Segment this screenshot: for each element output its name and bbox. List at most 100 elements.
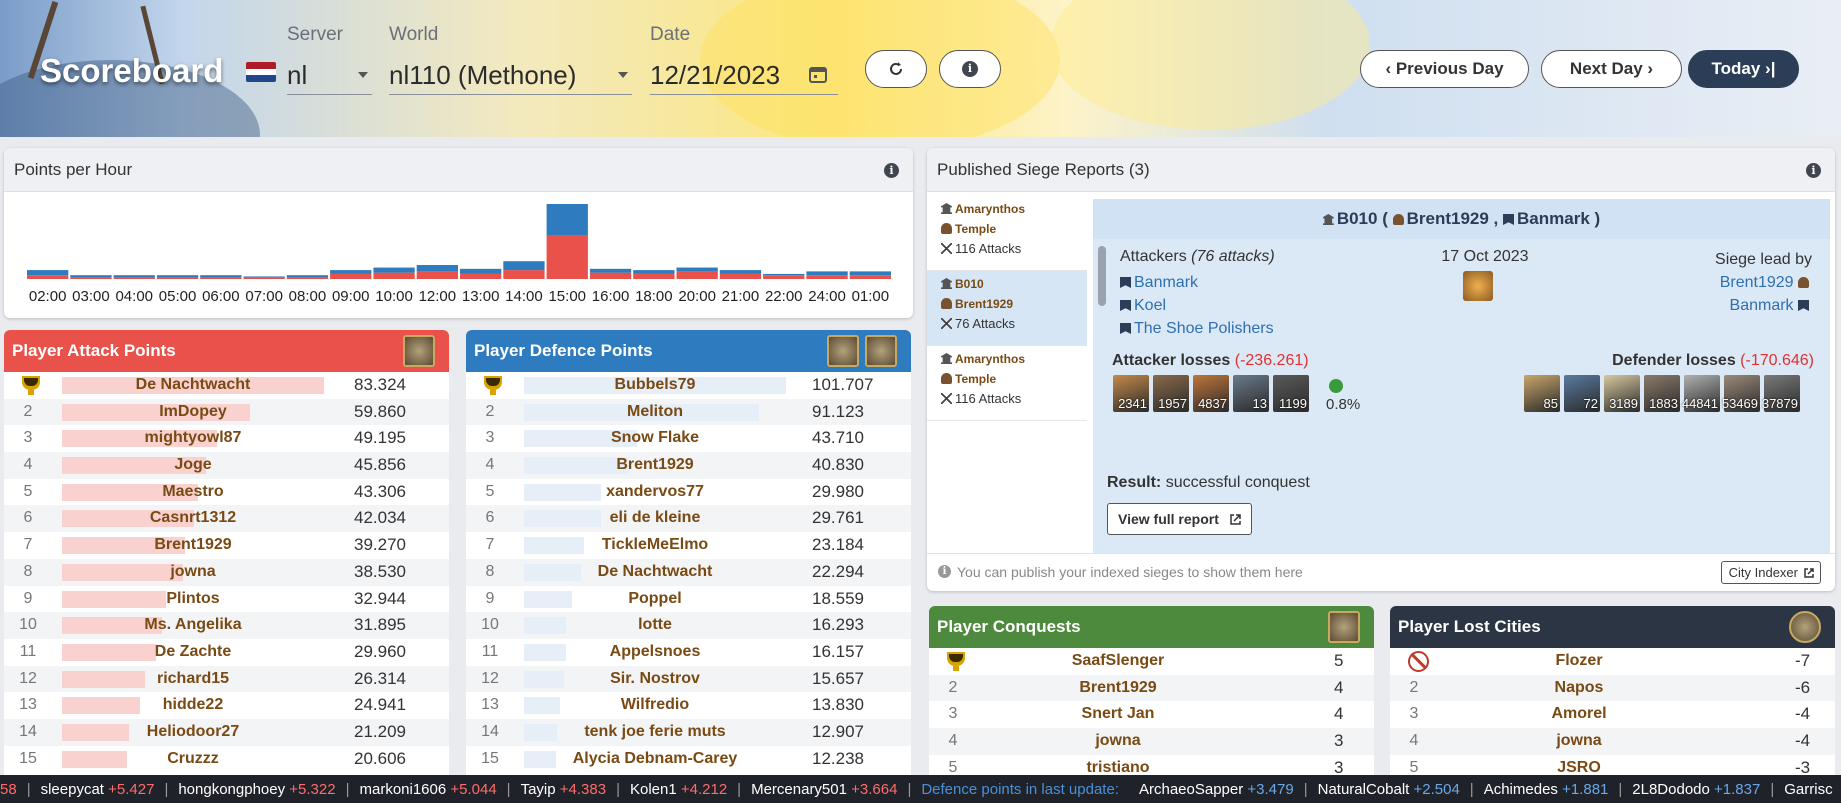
player-name[interactable]: Sir. Nostrov [524,670,786,688]
ticker-player[interactable]: markoni1606 [359,781,446,798]
ticker-player[interactable]: Kolen1 [630,781,677,798]
player-name[interactable]: jowna [62,563,324,581]
leaderboard-row[interactable]: 7 TickleMeElmo 23.184 [466,532,911,559]
player-name[interactable]: xandervos77 [524,483,786,501]
player-name[interactable]: Brent1929 [524,456,786,474]
next-day-button[interactable]: Next Day › [1541,50,1682,88]
player-name[interactable]: Brent1929 [62,536,324,554]
player-name[interactable]: TickleMeElmo [524,536,786,554]
leaderboard-row[interactable]: 13 hidde22 24.941 [4,692,449,719]
leaderboard-row[interactable]: 3 mightyowl87 49.195 [4,425,449,452]
leaderboard-row[interactable]: De Nachtwacht 83.324 [4,372,449,399]
player-name[interactable]: Appelsnoes [524,643,786,661]
info-icon[interactable]: i [1806,163,1821,178]
leaderboard-row[interactable]: 2 Meliton 91.123 [466,398,911,426]
attacker-alliance-link[interactable]: Koel [1134,297,1166,314]
player-name[interactable]: Cruzzz [62,750,324,768]
leaderboard-row[interactable]: 2 Brent1929 4 [929,674,1374,702]
leaderboard-row[interactable]: 3 Amorel -4 [1390,701,1835,728]
player-name[interactable]: Snert Jan [987,705,1249,723]
ticker-player[interactable]: Garrisc [1784,781,1832,798]
leaderboard-row[interactable]: 12 Sir. Nostrov 15.657 [466,665,911,693]
siege-report-item[interactable]: B010 Brent1929 76 Attacks [927,271,1087,346]
player-name[interactable]: Poppel [524,590,786,608]
leaderboard-row[interactable]: 14 Heliodoor27 21.209 [4,718,449,746]
today-button[interactable]: Today ›| [1688,50,1799,88]
leaderboard-row[interactable]: 9 Poppel 18.559 [466,586,911,613]
leaderboard-row[interactable]: 3 Snow Flake 43.710 [466,425,911,452]
leaderboard-row[interactable]: 15 Cruzzz 20.606 [4,746,449,773]
date-picker[interactable]: Date 12/21/2023 [650,24,838,95]
player-name[interactable]: JSRO [1448,759,1710,775]
leaderboard-row[interactable]: Bubbels79 101.707 [466,372,911,399]
view-full-report-button[interactable]: View full report [1107,503,1252,535]
leaderboard-row[interactable]: 2 Napos -6 [1390,674,1835,702]
player-name[interactable]: mightyowl87 [62,429,324,447]
player-name[interactable]: ImDopey [62,403,324,421]
leaderboard-row[interactable]: 5 JSRO -3 [1390,755,1835,775]
player-name[interactable]: Flozer [1448,652,1710,670]
leaderboard-row[interactable]: 11 De Zachte 29.960 [4,639,449,666]
leaderboard-row[interactable]: 6 Casnrt1312 42.034 [4,505,449,533]
ticker-player[interactable]: ArchaeoSapper [1139,781,1243,798]
player-name[interactable]: Snow Flake [524,429,786,447]
siege-report-item[interactable]: Amarynthos Temple 116 Attacks [927,346,1087,421]
leaderboard-row[interactable]: 3 Snert Jan 4 [929,701,1374,728]
leaderboard-row[interactable]: 15 Alycia Debnam-Carey 12.238 [466,746,911,773]
player-name[interactable]: Napos [1448,679,1710,697]
player-name[interactable]: lotte [524,616,786,634]
leaderboard-row[interactable]: 10 lotte 16.293 [466,612,911,639]
player-name[interactable]: Meliton [524,403,786,421]
leaderboard-row[interactable]: SaafSlenger 5 [929,648,1374,675]
attacker-alliance-link[interactable]: Banmark [1134,274,1198,291]
player-name[interactable]: Wilfredio [524,696,786,714]
leaderboard-row[interactable]: 5 Maestro 43.306 [4,479,449,506]
ticker-player[interactable]: Tayip [521,781,556,798]
player-name[interactable]: Ms. Angelika [62,616,324,634]
world-select[interactable]: World nl110 (Methone) [389,24,632,95]
calendar-icon[interactable] [808,64,828,84]
leaderboard-row[interactable]: 5 tristiano 3 [929,755,1374,775]
leaderboard-row[interactable]: Flozer -7 [1390,648,1835,675]
player-name[interactable]: Heliodoor27 [62,723,324,741]
lead-alliance-link[interactable]: Banmark [1730,297,1794,314]
player-name[interactable]: Maestro [62,483,324,501]
attacker-alliance-link[interactable]: The Shoe Polishers [1134,320,1274,337]
ticker-player[interactable]: sleepycat [41,781,104,798]
ticker-player[interactable]: hongkongphoey [178,781,285,798]
player-name[interactable]: Plintos [62,590,324,608]
player-name[interactable]: eli de kleine [524,509,786,527]
player-name[interactable]: De Zachte [62,643,324,661]
scrollbar[interactable] [1098,246,1106,306]
player-name[interactable]: Alycia Debnam-Carey [524,750,786,768]
leaderboard-row[interactable]: 14 tenk joe ferie muts 12.907 [466,718,911,746]
leaderboard-row[interactable]: 13 Wilfredio 13.830 [466,692,911,719]
leaderboard-row[interactable]: 12 richard15 26.314 [4,665,449,693]
server-select[interactable]: Server nl [287,24,372,95]
leaderboard-row[interactable]: 4 Joge 45.856 [4,452,449,479]
player-name[interactable]: Casnrt1312 [62,509,324,527]
ticker-player[interactable]: Achimedes [1484,781,1558,798]
leaderboard-row[interactable]: 2 ImDopey 59.860 [4,398,449,426]
leaderboard-row[interactable]: 8 jowna 38.530 [4,558,449,586]
player-name[interactable]: Bubbels79 [524,376,786,394]
lead-player-link[interactable]: Brent1929 [1720,274,1794,291]
player-name[interactable]: Amorel [1448,705,1710,723]
leaderboard-row[interactable]: 4 jowna -4 [1390,728,1835,755]
previous-day-button[interactable]: ‹ Previous Day [1360,50,1529,88]
ticker-player[interactable]: NaturalCobalt [1318,781,1410,798]
ticker-player[interactable]: 2L8Dododo [1632,781,1710,798]
player-name[interactable]: De Nachtwacht [62,376,324,394]
player-name[interactable]: richard15 [62,670,324,688]
leaderboard-row[interactable]: 6 eli de kleine 29.761 [466,505,911,533]
ticker-player[interactable]: Mercenary501 [751,781,847,798]
player-name[interactable]: De Nachtwacht [524,563,786,581]
player-name[interactable]: SaafSlenger [987,652,1249,670]
leaderboard-row[interactable]: 10 Ms. Angelika 31.895 [4,612,449,639]
leaderboard-row[interactable]: 7 Brent1929 39.270 [4,532,449,559]
player-name[interactable]: Joge [62,456,324,474]
city-indexer-button[interactable]: City Indexer [1720,561,1821,584]
siege-report-item[interactable]: Amarynthos Temple 116 Attacks [927,196,1087,271]
leaderboard-row[interactable]: 11 Appelsnoes 16.157 [466,639,911,666]
info-icon[interactable]: i [884,163,899,178]
